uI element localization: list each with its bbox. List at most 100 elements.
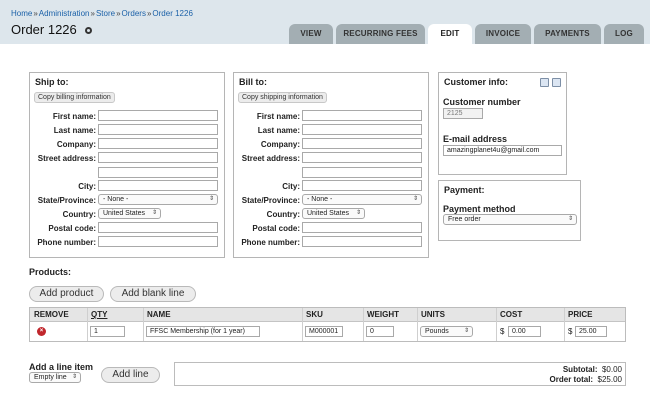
bill-city-field[interactable] bbox=[302, 180, 422, 191]
products-table: REMOVE QTY NAME SKU WEIGHT UNITS COST PR… bbox=[29, 307, 626, 342]
col-cost: COST bbox=[500, 310, 523, 319]
line-item-type-select[interactable]: Empty line ⇕ bbox=[29, 372, 81, 383]
tab-edit[interactable]: EDIT bbox=[428, 24, 472, 44]
line-item-type-value: Empty line bbox=[34, 374, 67, 381]
updown-icon: ⇕ bbox=[151, 210, 157, 216]
ship-phone-field[interactable] bbox=[98, 236, 218, 247]
table-row: × 1 FFSC Membership (for 1 year) M000001… bbox=[30, 322, 625, 341]
updown-icon: ⇕ bbox=[355, 210, 361, 216]
page-header: Home»Administration»Store»Orders»Order 1… bbox=[0, 0, 650, 44]
ship-phone-label: Phone number: bbox=[37, 238, 96, 247]
col-weight: WEIGHT bbox=[367, 310, 399, 319]
units-value: Pounds bbox=[425, 328, 449, 335]
bill-street-field-2[interactable] bbox=[302, 167, 422, 178]
tab-log[interactable]: LOG bbox=[604, 24, 644, 44]
bill-country-label: Country: bbox=[266, 210, 300, 219]
qty-field[interactable]: 1 bbox=[90, 326, 125, 337]
ship-state-label: State/Province: bbox=[37, 196, 96, 205]
search-customer-icon[interactable] bbox=[540, 78, 549, 87]
customer-number-label: Customer number bbox=[443, 97, 521, 107]
add-line-button[interactable]: Add line bbox=[101, 367, 160, 383]
col-qty[interactable]: QTY bbox=[91, 310, 107, 319]
col-price: PRICE bbox=[568, 310, 593, 319]
price-field[interactable]: 25.00 bbox=[575, 326, 607, 337]
breadcrumb-store[interactable]: Store bbox=[96, 9, 115, 18]
ship-first-name-field[interactable] bbox=[98, 110, 218, 121]
units-select[interactable]: Pounds ⇕ bbox=[420, 326, 473, 337]
updown-icon: ⇕ bbox=[567, 216, 573, 222]
column-divider bbox=[363, 308, 364, 341]
email-field[interactable]: amazingplanet4u@gmail.com bbox=[443, 145, 562, 156]
products-title: Products: bbox=[29, 267, 72, 277]
tab-recurring-fees[interactable]: RECURRING FEES bbox=[336, 24, 425, 44]
ship-city-label: City: bbox=[78, 182, 96, 191]
bill-company-field[interactable] bbox=[302, 138, 422, 149]
column-divider bbox=[87, 308, 88, 341]
breadcrumb-orders[interactable]: Orders bbox=[122, 9, 146, 18]
ship-street-field-2[interactable] bbox=[98, 167, 218, 178]
updown-icon: ⇕ bbox=[71, 374, 77, 380]
col-sku: SKU bbox=[306, 310, 323, 319]
breadcrumb: Home»Administration»Store»Orders»Order 1… bbox=[11, 9, 193, 18]
bill-phone-label: Phone number: bbox=[241, 238, 300, 247]
bill-last-name-label: Last name: bbox=[257, 126, 300, 135]
bill-country-select[interactable]: United States ⇕ bbox=[302, 208, 365, 219]
bill-first-name-label: First name: bbox=[256, 112, 300, 121]
tab-invoice[interactable]: INVOICE bbox=[475, 24, 531, 44]
add-product-button[interactable]: Add product bbox=[29, 286, 104, 302]
ship-state-value: - None - bbox=[103, 196, 129, 203]
bill-company-label: Company: bbox=[260, 140, 300, 149]
tab-view[interactable]: VIEW bbox=[289, 24, 333, 44]
bill-first-name-field[interactable] bbox=[302, 110, 422, 121]
bill-street-field-1[interactable] bbox=[302, 152, 422, 163]
bill-state-select[interactable]: - None - ⇕ bbox=[302, 194, 422, 205]
gear-icon[interactable] bbox=[84, 27, 92, 34]
bill-last-name-field[interactable] bbox=[302, 124, 422, 135]
line-item-title: Add a line item bbox=[29, 362, 94, 372]
ship-company-field[interactable] bbox=[98, 138, 218, 149]
breadcrumb-order[interactable]: Order 1226 bbox=[152, 9, 192, 18]
bill-city-label: City: bbox=[282, 182, 300, 191]
ship-state-select[interactable]: - None - ⇕ bbox=[98, 194, 218, 205]
weight-field[interactable]: 0 bbox=[366, 326, 394, 337]
column-divider bbox=[417, 308, 418, 341]
ship-street-field-1[interactable] bbox=[98, 152, 218, 163]
column-divider bbox=[302, 308, 303, 341]
breadcrumb-administration[interactable]: Administration bbox=[39, 9, 90, 18]
remove-icon[interactable]: × bbox=[37, 327, 46, 336]
ship-postal-field[interactable] bbox=[98, 222, 218, 233]
bill-postal-field[interactable] bbox=[302, 222, 422, 233]
updown-icon: ⇕ bbox=[412, 196, 418, 202]
breadcrumb-home[interactable]: Home bbox=[11, 9, 32, 18]
tab-payments[interactable]: PAYMENTS bbox=[534, 24, 601, 44]
customer-info-title: Customer info: bbox=[444, 77, 508, 87]
page-title: Order 1226 bbox=[11, 22, 92, 37]
product-name-field[interactable]: FFSC Membership (for 1 year) bbox=[146, 326, 260, 337]
bill-country-value: United States bbox=[307, 210, 350, 217]
ship-country-select[interactable]: United States ⇕ bbox=[98, 208, 161, 219]
order-totals: Subtotal: $0.00 Order total: $25.00 bbox=[174, 362, 626, 386]
sku-field[interactable]: M000001 bbox=[305, 326, 343, 337]
ship-to-title: Ship to: bbox=[35, 77, 69, 87]
bill-state-label: State/Province: bbox=[241, 196, 300, 205]
ship-city-field[interactable] bbox=[98, 180, 218, 191]
add-blank-line-button[interactable]: Add blank line bbox=[110, 286, 196, 302]
subtotal-value: $0.00 bbox=[601, 365, 622, 374]
cost-field[interactable]: 0.00 bbox=[508, 326, 541, 337]
payment-method-select[interactable]: Free order ⇕ bbox=[443, 214, 577, 225]
ship-postal-label: Postal code: bbox=[48, 224, 96, 233]
ship-country-label: Country: bbox=[62, 210, 96, 219]
email-label: E-mail address bbox=[443, 134, 508, 144]
customer-number-field: 2125 bbox=[443, 108, 483, 119]
copy-shipping-button[interactable]: Copy shipping information bbox=[238, 92, 327, 103]
ship-last-name-label: Last name: bbox=[53, 126, 96, 135]
new-customer-icon[interactable] bbox=[552, 78, 561, 87]
ship-street-label: Street address: bbox=[37, 154, 96, 163]
payment-panel: Payment: Payment method Free order ⇕ bbox=[438, 180, 581, 241]
bill-postal-label: Postal code: bbox=[252, 224, 300, 233]
copy-billing-button[interactable]: Copy billing information bbox=[34, 92, 115, 103]
ship-last-name-field[interactable] bbox=[98, 124, 218, 135]
bill-phone-field[interactable] bbox=[302, 236, 422, 247]
payment-title: Payment: bbox=[444, 185, 485, 195]
updown-icon: ⇕ bbox=[208, 196, 214, 202]
